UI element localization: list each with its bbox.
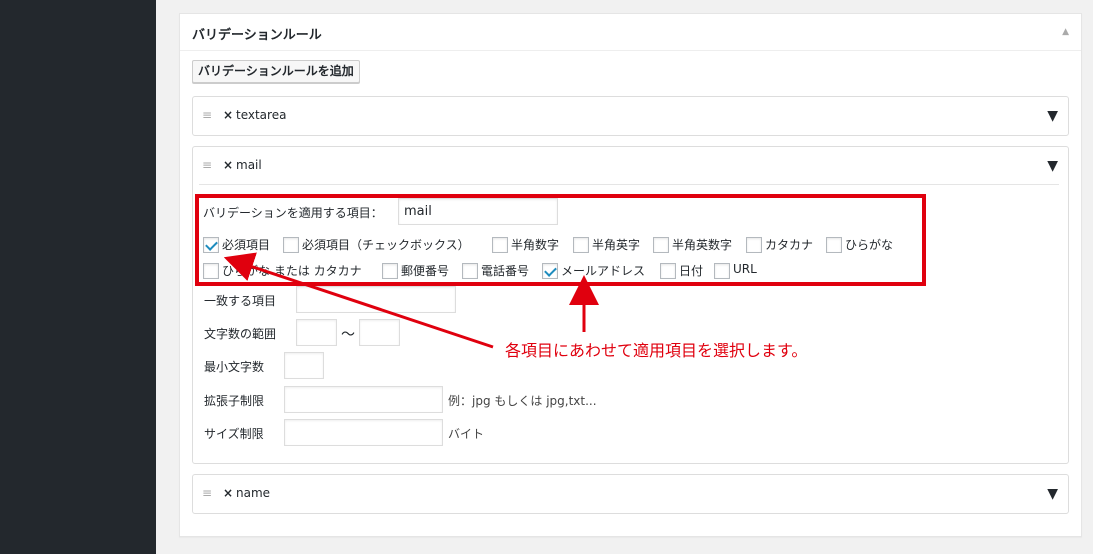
expand-toggle-icon[interactable]: ▼ xyxy=(1047,486,1058,502)
length-max-input[interactable] xyxy=(359,319,400,346)
drag-handle-icon[interactable]: ≡ xyxy=(202,108,212,122)
target-field-input[interactable] xyxy=(398,198,558,225)
size-limit-label: サイズ制限 xyxy=(204,427,264,441)
validation-checkbox[interactable] xyxy=(746,237,762,253)
validation-checkbox[interactable] xyxy=(283,237,299,253)
validation-checkbox-label: 半角英数字 xyxy=(672,238,733,252)
validation-checkbox[interactable] xyxy=(826,237,842,253)
validation-checkbox-label: 電話番号 xyxy=(481,264,530,278)
size-limit-input[interactable] xyxy=(284,419,443,446)
validation-checkbox[interactable] xyxy=(660,263,676,279)
remove-rule-icon[interactable]: × xyxy=(223,108,233,122)
remove-rule-icon[interactable]: × xyxy=(223,158,233,172)
match-field-input[interactable] xyxy=(296,286,456,313)
match-label: 一致する項目 xyxy=(204,294,277,308)
length-min-input[interactable] xyxy=(296,319,337,346)
rule-divider xyxy=(199,184,1059,185)
rule-header[interactable]: ≡ × name ▼ xyxy=(193,475,1068,512)
validation-checkbox[interactable] xyxy=(203,263,219,279)
box-collapse-icon[interactable]: ▲ xyxy=(1062,27,1069,37)
expand-toggle-icon[interactable]: ▼ xyxy=(1047,158,1058,174)
validation-checkbox-label: 郵便番号 xyxy=(401,264,450,278)
validation-checkbox[interactable] xyxy=(492,237,508,253)
validation-checkbox[interactable] xyxy=(203,237,219,253)
box-header: バリデーションルール ▲ xyxy=(180,14,1081,51)
admin-sidebar xyxy=(0,0,156,554)
drag-handle-icon[interactable]: ≡ xyxy=(202,486,212,500)
rule-mail: ≡ × mail ▼ バリデーションを適用する項目： 必須項目 必須項目（チェック… xyxy=(192,146,1069,464)
validation-checkbox-label: 必須項目 xyxy=(222,238,271,252)
validation-checkbox-label: 半角数字 xyxy=(511,238,560,252)
range-separator: 〜 xyxy=(341,327,355,343)
expand-toggle-icon[interactable]: ▼ xyxy=(1047,108,1058,124)
size-unit: バイト xyxy=(448,427,485,441)
drag-handle-icon[interactable]: ≡ xyxy=(202,158,212,172)
validation-checkbox-label: 日付 xyxy=(679,264,704,278)
rule-header[interactable]: ≡ × textarea ▼ xyxy=(193,97,1068,134)
validation-checkbox-label: 半角英字 xyxy=(592,238,641,252)
extension-input[interactable] xyxy=(284,386,443,413)
validation-checkbox-label: メールアドレス xyxy=(561,264,646,278)
target-label: バリデーションを適用する項目： xyxy=(203,206,383,220)
min-length-label: 最小文字数 xyxy=(204,360,265,374)
validation-checkbox[interactable] xyxy=(542,263,558,279)
extension-label: 拡張子制限 xyxy=(204,394,265,408)
validation-rules-box: バリデーションルール ▲ バリデーションルールを追加 ≡ × textarea … xyxy=(179,13,1082,537)
add-validation-rule-button[interactable]: バリデーションルールを追加 xyxy=(192,60,360,83)
length-range-label: 文字数の範囲 xyxy=(204,327,277,341)
validation-checkbox[interactable] xyxy=(462,263,478,279)
remove-rule-icon[interactable]: × xyxy=(223,486,233,500)
validation-checkbox-label: ひらがな xyxy=(845,238,894,252)
annotation-text: 各項目にあわせて適用項目を選択します。 xyxy=(505,341,808,360)
rule-title: textarea xyxy=(236,108,287,122)
validation-checkbox-label: ひらがな または カタカナ xyxy=(222,264,362,278)
rule-header[interactable]: ≡ × mail ▼ xyxy=(193,147,1068,184)
rule-title: mail xyxy=(236,158,262,172)
rule-name: ≡ × name ▼ xyxy=(192,474,1069,514)
validation-checkbox[interactable] xyxy=(653,237,669,253)
validation-checkbox-label: カタカナ xyxy=(765,238,814,252)
rule-title: name xyxy=(236,486,271,500)
validation-checkbox-label: 必須項目（チェックボックス） xyxy=(302,238,470,252)
box-title: バリデーションルール xyxy=(192,28,322,43)
validation-checkbox[interactable] xyxy=(382,263,398,279)
rule-textarea: ≡ × textarea ▼ xyxy=(192,96,1069,136)
min-length-input[interactable] xyxy=(284,352,324,379)
validation-checkbox-label: URL xyxy=(733,262,757,276)
extension-hint: 例：jpg もしくは jpg,txt... xyxy=(448,394,597,408)
validation-checkbox[interactable] xyxy=(714,263,730,279)
validation-checkbox[interactable] xyxy=(573,237,589,253)
